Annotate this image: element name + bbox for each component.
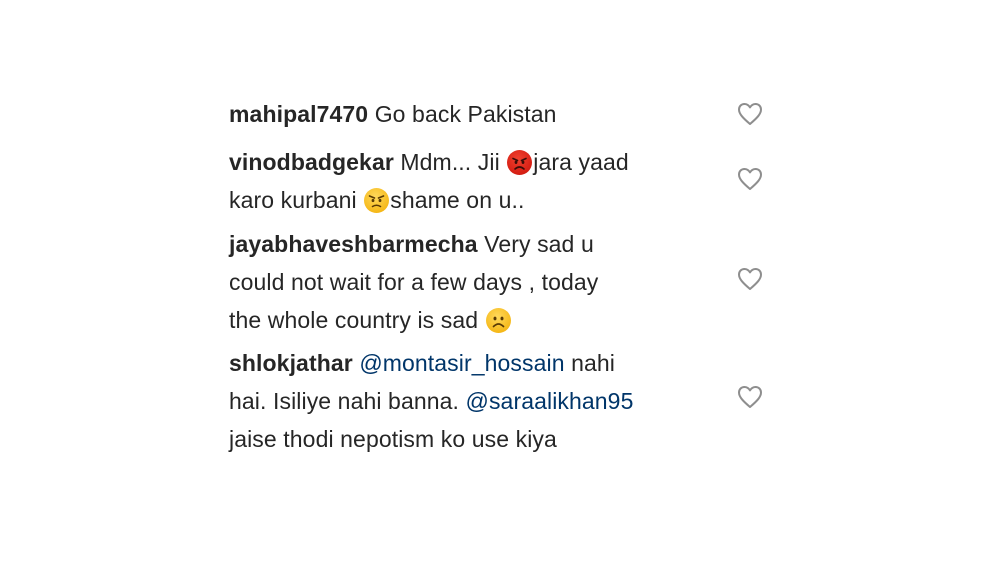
like-heart-icon[interactable] — [737, 385, 763, 409]
comment-vinodbadgekar: vinodbadgekar Mdm... Jii jara yaad karo … — [229, 143, 699, 219]
comment-text: Go back Pakistan — [374, 101, 557, 127]
like-heart-icon[interactable] — [737, 267, 763, 291]
comment-text: could not wait for a few days , today — [229, 269, 599, 295]
comment-mahipal7470: mahipal7470 Go back Pakistan — [229, 95, 699, 133]
comment-text: hai. Isiliye nahi banna. — [229, 388, 459, 414]
comment-username[interactable]: mahipal7470 — [229, 101, 368, 127]
comment-text: the whole country is sad — [229, 307, 479, 333]
like-heart-icon[interactable] — [737, 167, 763, 191]
comment-username[interactable]: jayabhaveshbarmecha — [229, 231, 478, 257]
frowning-face-icon — [485, 308, 511, 333]
mention-link[interactable]: @montasir_hossain — [359, 350, 564, 376]
like-heart-icon[interactable] — [737, 102, 763, 126]
comment-text: Mdm... Jii — [400, 149, 500, 175]
annoyed-face-icon — [364, 188, 390, 213]
comment-text: jara yaad — [533, 149, 629, 175]
comment-jayabhaveshbarmecha: jayabhaveshbarmecha Very sad u could not… — [229, 225, 699, 339]
angry-face-icon — [507, 150, 533, 175]
comment-text: Very sad u — [484, 231, 594, 257]
comment-username[interactable]: shlokjathar — [229, 350, 353, 376]
comment-username[interactable]: vinodbadgekar — [229, 149, 394, 175]
comment-text: shame on u.. — [390, 187, 525, 213]
comments-screen: { "comments": [ { "username": "mahipal74… — [0, 0, 1000, 565]
comment-shlokjathar: shlokjathar @montasir_hossain nahi hai. … — [229, 344, 699, 458]
comment-text: nahi — [571, 350, 616, 376]
comment-text: jaise thodi nepotism ko use kiya — [229, 426, 557, 452]
comment-text: karo kurbani — [229, 187, 357, 213]
mention-link[interactable]: @saraalikhan95 — [466, 388, 634, 414]
